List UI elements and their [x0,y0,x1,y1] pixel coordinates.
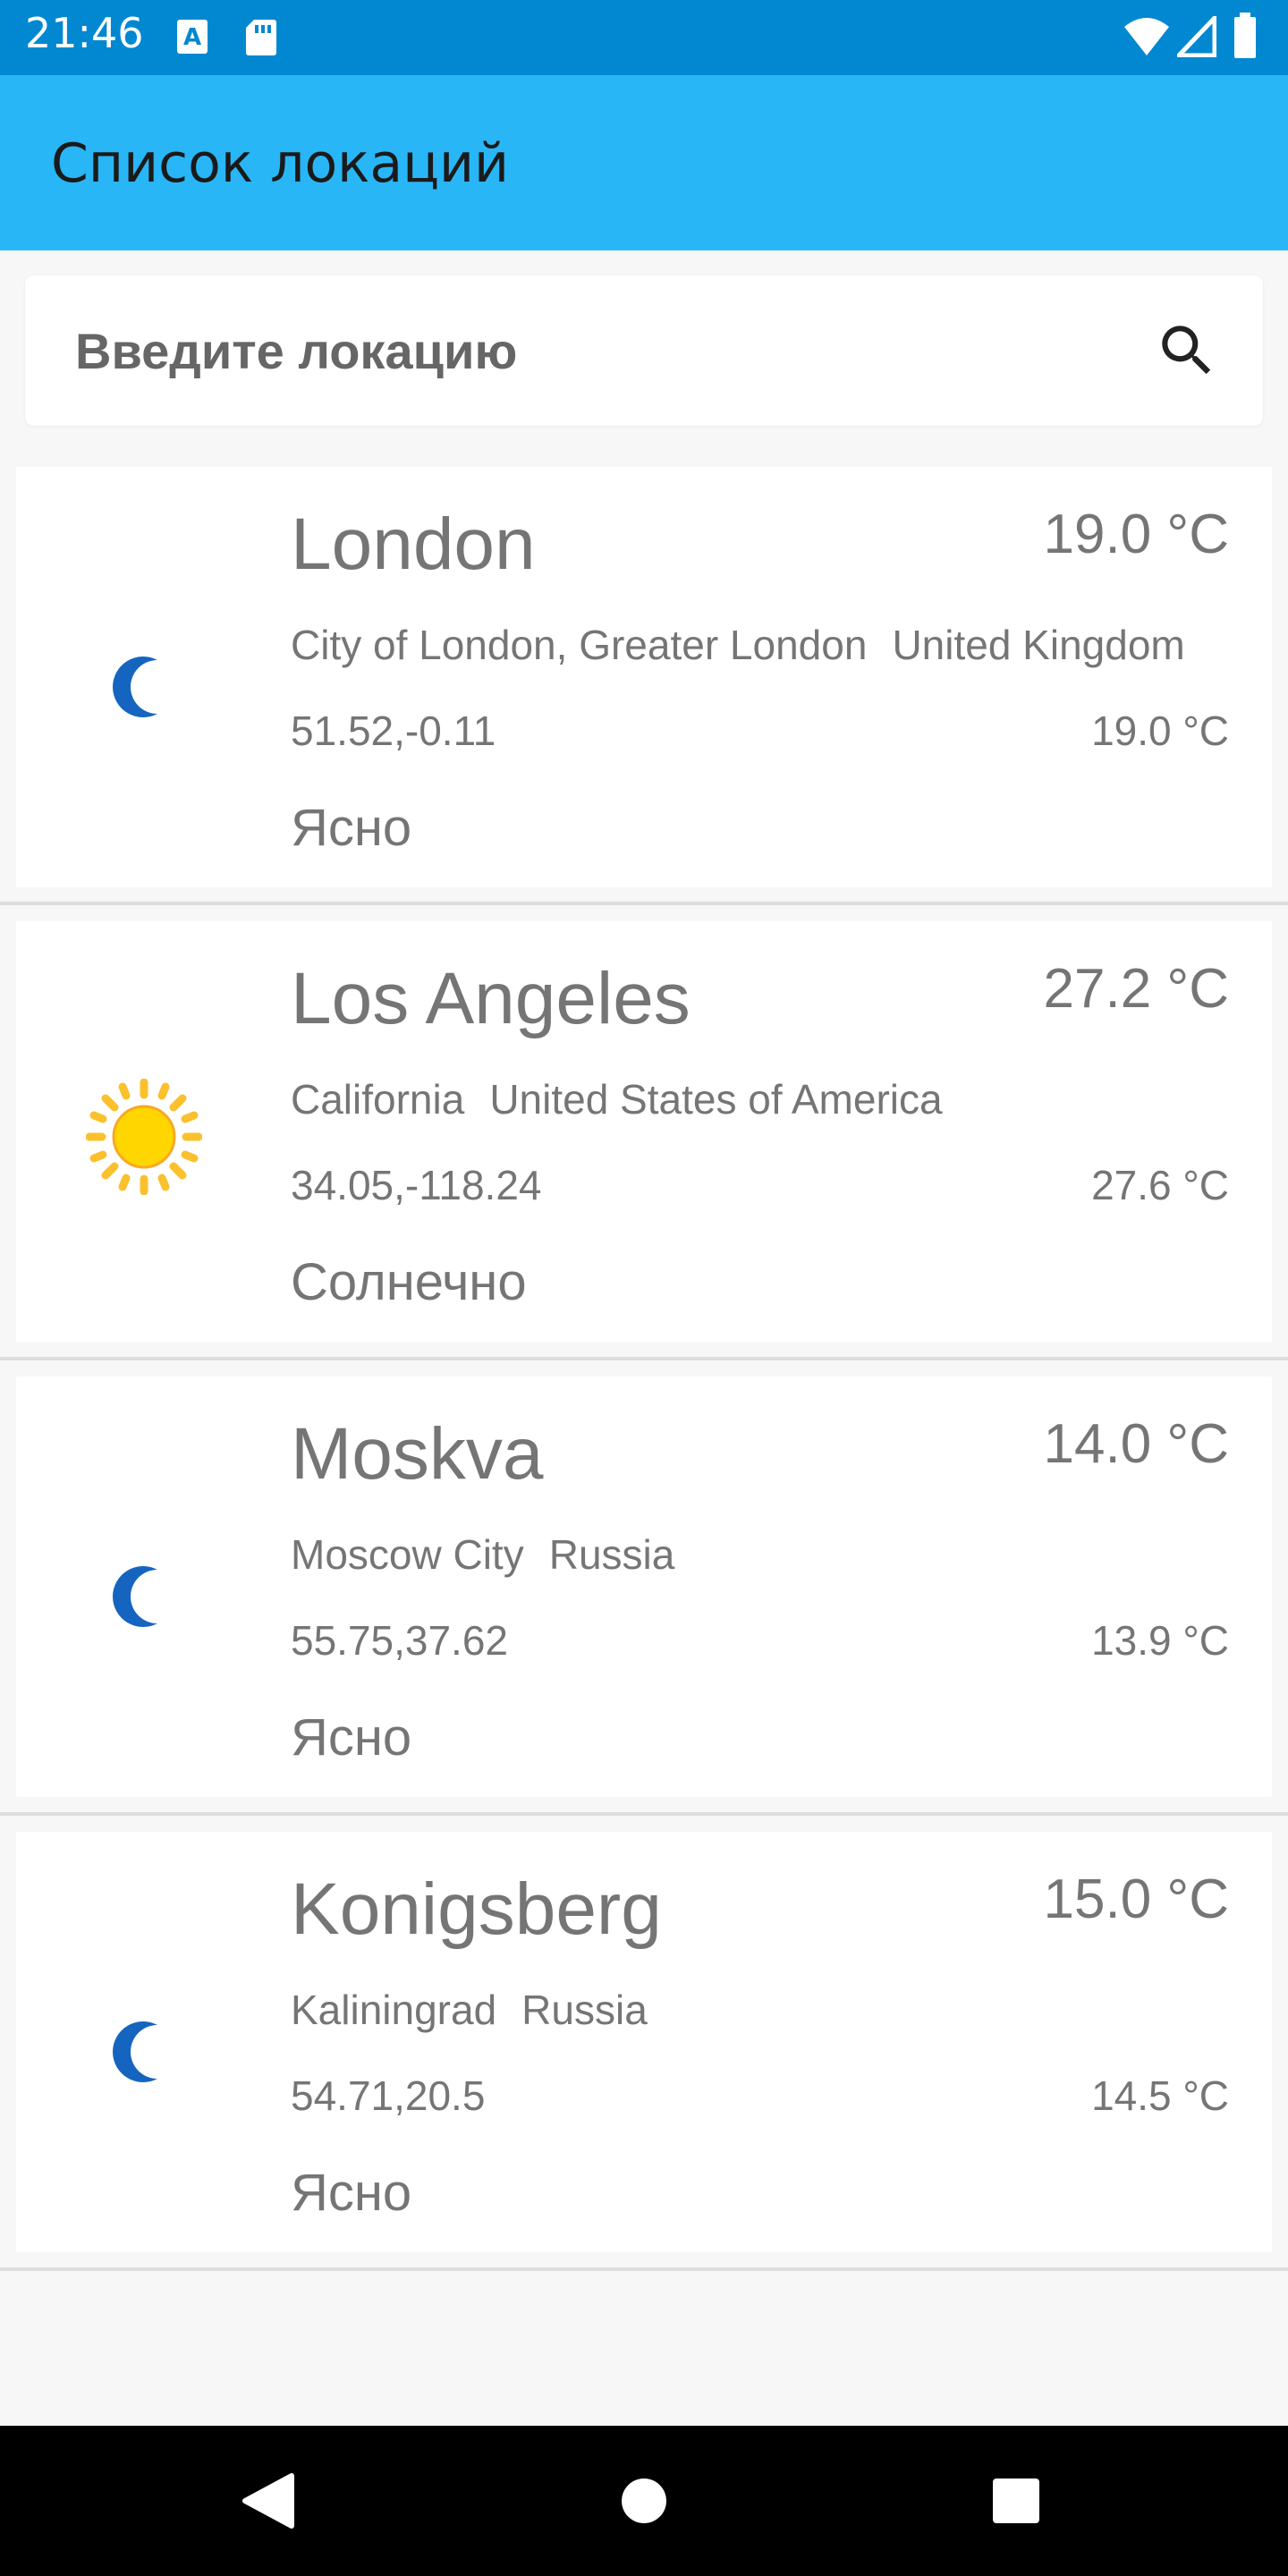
a-notification-icon: A [177,20,208,54]
home-icon[interactable] [555,2426,733,2576]
wifi-icon [1124,18,1169,55]
location-name: Moskva [291,1413,544,1495]
location-name: London [291,504,536,585]
country-name: Russia [548,1531,675,1578]
weather-condition: Ясно [291,1708,412,1767]
recents-icon[interactable] [927,2426,1106,2576]
location-name: Los Angeles [291,958,691,1039]
region-name: Moscow City [291,1531,524,1578]
location-coordinates: 54.71,20.5 [291,2072,486,2119]
sun-icon [86,1079,202,1195]
search-input[interactable] [75,318,1095,383]
location-region: California United States of America [291,1075,943,1123]
app-bar: Список локаций [0,75,1288,250]
navigation-bar [0,2426,1288,2576]
region-name: California [291,1076,465,1123]
divider [0,1357,1288,1360]
location-name: Konigsberg [291,1868,662,1950]
moon-icon [113,1566,157,1627]
weather-condition: Ясно [291,2164,412,2222]
moon-icon [113,657,157,717]
divider [0,902,1288,905]
location-coordinates: 51.52,-0.11 [291,708,496,754]
location-coordinates: 55.75,37.62 [291,1617,509,1664]
feels-like-temperature: 14.5 °C [1091,2072,1229,2119]
location-region: Kaliningrad Russia [291,1986,648,2034]
location-region: Moscow City Russia [291,1530,674,1579]
location-temperature: 19.0 °C [1043,504,1229,565]
divider [0,1812,1288,1816]
feels-like-temperature: 19.0 °C [1091,708,1229,754]
divider [0,2267,1288,2271]
location-card-los-angeles[interactable]: Los Angeles 27.2 °C California United Sta… [16,921,1272,1342]
country-name: Russia [521,1987,648,2033]
weather-condition: Ясно [291,799,412,857]
region-name: Kaliningrad [291,1987,497,2033]
status-time: 21:46 [25,9,144,57]
location-temperature: 14.0 °C [1043,1413,1229,1475]
search-bar [25,275,1263,426]
location-card-moskva[interactable]: Moskva 14.0 °C Moscow City Russia 55.75,3… [16,1377,1272,1797]
search-icon[interactable] [1154,318,1220,384]
location-temperature: 27.2 °C [1043,958,1229,1020]
sd-card-icon [246,20,276,55]
back-icon[interactable] [179,2426,358,2576]
moon-icon [113,2021,157,2082]
page-title: Список локаций [51,132,510,195]
region-name: City of London, Greater London [291,622,868,668]
feels-like-temperature: 13.9 °C [1091,1617,1229,1664]
battery-icon [1234,13,1256,58]
location-coordinates: 34.05,-118.24 [291,1162,542,1208]
country-name: United Kingdom [892,622,1185,668]
location-temperature: 15.0 °C [1043,1868,1229,1930]
signal-icon [1177,16,1216,57]
location-card-london[interactable]: London 19.0 °C City of London, Greater L… [16,467,1272,887]
feels-like-temperature: 27.6 °C [1091,1162,1229,1208]
location-region: City of London, Greater London United Kin… [291,621,1185,669]
status-bar: 21:46 A [0,0,1288,75]
svg-text:A: A [183,24,201,51]
country-name: United States of America [489,1076,943,1123]
location-card-konigsberg[interactable]: Konigsberg 15.0 °C Kaliningrad Russia 54.… [16,1832,1272,2252]
weather-condition: Солнечно [291,1253,527,1311]
